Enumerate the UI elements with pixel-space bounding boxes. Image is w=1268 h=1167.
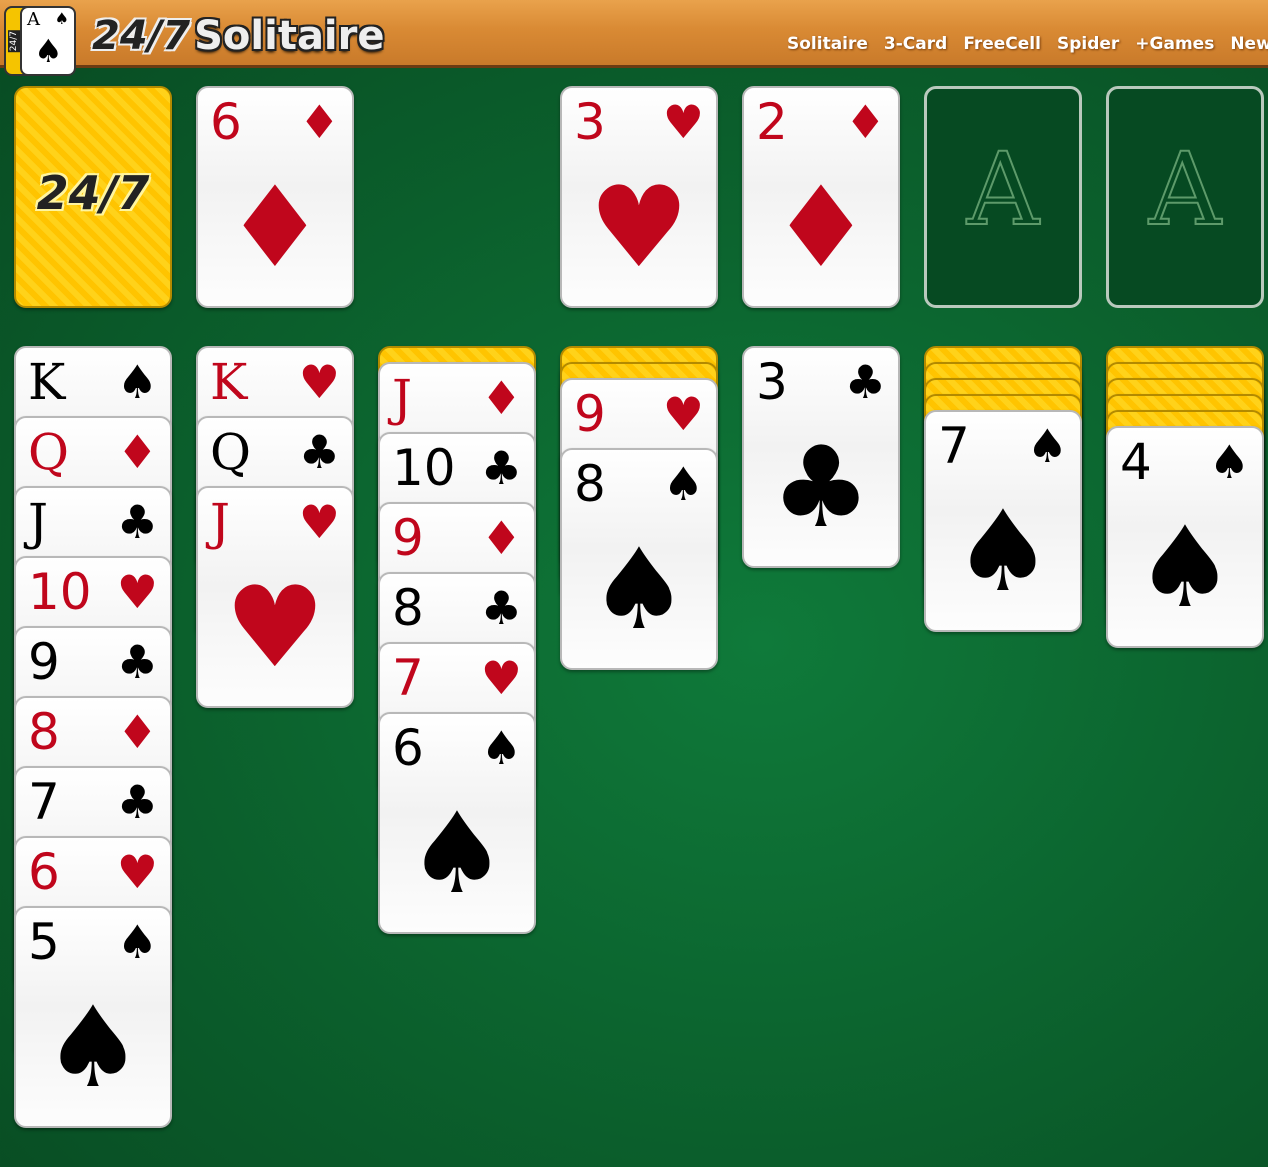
club-large-icon: ♣: [770, 423, 872, 553]
spade-large-icon: ♠: [1134, 503, 1236, 633]
card-rank: 3: [756, 353, 788, 411]
heart-icon: ♥: [662, 95, 704, 149]
card-back-logo: 24/7: [36, 166, 150, 220]
spade-large-icon: ♠: [42, 983, 144, 1113]
heart-icon: ♥: [116, 565, 158, 619]
card-rank: 8: [28, 703, 60, 761]
heart-large-icon: ♥: [588, 163, 690, 293]
nav-freecell[interactable]: FreeCell: [963, 34, 1041, 54]
club-icon: ♣: [116, 635, 158, 689]
club-icon: ♣: [844, 355, 886, 409]
card-3-of-clubs[interactable]: 3 ♣ ♣: [742, 346, 900, 568]
card-rank: 7: [392, 649, 424, 707]
card-rank: 9: [28, 633, 60, 691]
card-rank: 8: [574, 455, 606, 513]
spade-icon: ♠: [1208, 435, 1250, 489]
nav-news[interactable]: News: [1230, 34, 1268, 54]
spade-icon: ♠: [116, 915, 158, 969]
foundation-ace-placeholder: A: [1148, 131, 1222, 248]
card-6-of-spades[interactable]: 6 ♠ ♠: [378, 712, 536, 934]
logo-number: 24/7: [92, 13, 191, 59]
diamond-icon: ♦: [480, 371, 522, 425]
card-rank: K: [28, 353, 66, 411]
card-rank: 10: [392, 439, 456, 497]
spade-icon: ♠: [662, 457, 704, 511]
card-5-of-spades[interactable]: 5 ♠ ♠: [14, 906, 172, 1128]
spade-icon: ♠: [116, 355, 158, 409]
card-rank: 5: [28, 913, 60, 971]
card-rank: 8: [392, 579, 424, 637]
card-rank: 9: [392, 509, 424, 567]
nav-more-games[interactable]: +Games: [1135, 34, 1214, 54]
card-rank: J: [392, 369, 413, 427]
card-rank: 9: [574, 385, 606, 443]
logo-stack-label: 24/7: [8, 30, 20, 53]
waste-pile-card[interactable]: 6 ♦ ♦: [196, 86, 354, 308]
card-rank: Q: [28, 423, 69, 481]
card-J-of-hearts[interactable]: J ♥ ♥: [196, 486, 354, 708]
club-icon: ♣: [480, 581, 522, 635]
nav-solitaire[interactable]: Solitaire: [787, 34, 868, 54]
heart-icon: ♥: [298, 355, 340, 409]
club-icon: ♣: [480, 441, 522, 495]
club-icon: ♣: [298, 425, 340, 479]
nav-3-card[interactable]: 3-Card: [884, 34, 947, 54]
logo-card-rank: A: [27, 9, 40, 30]
header-bar: 24/7 A ♠ ♠ 24/7 Solitaire Solitaire 3-Car…: [0, 0, 1268, 76]
diamond-icon: ♦: [298, 95, 340, 149]
card-3-of-hearts[interactable]: 3 ♥ ♥: [560, 86, 718, 308]
card-rank: 6: [28, 843, 60, 901]
card-4-of-spades[interactable]: 4 ♠ ♠: [1106, 426, 1264, 648]
foundation-slot-empty[interactable]: A: [924, 86, 1082, 308]
diamond-icon: ♦: [116, 705, 158, 759]
card-rank: K: [210, 353, 248, 411]
card-2-of-diamonds[interactable]: 2 ♦ ♦: [742, 86, 900, 308]
card-rank: 6: [210, 93, 242, 151]
logo-name: Solitaire: [194, 13, 385, 59]
logo-card-suit-large: ♠: [34, 32, 63, 70]
spade-large-icon: ♠: [588, 525, 690, 655]
card-rank: 4: [1120, 433, 1152, 491]
spade-icon: ♠: [1026, 419, 1068, 473]
foundation-ace-placeholder: A: [966, 131, 1040, 248]
club-icon: ♣: [116, 495, 158, 549]
card-8-of-spades[interactable]: 8 ♠ ♠: [560, 448, 718, 670]
diamond-large-icon: ♦: [224, 163, 326, 293]
logo-card-icon[interactable]: A ♠ ♠: [20, 6, 76, 76]
spade-large-icon: ♠: [406, 789, 508, 919]
logo-card-suit-small: ♠: [54, 9, 69, 28]
club-icon: ♣: [116, 775, 158, 829]
spade-large-icon: ♠: [952, 487, 1054, 617]
nav-spider[interactable]: Spider: [1057, 34, 1119, 54]
foundation-slot-empty[interactable]: A: [1106, 86, 1264, 308]
card-rank: 6: [392, 719, 424, 777]
card-rank: J: [210, 493, 231, 551]
heart-large-icon: ♥: [224, 563, 326, 693]
site-logo[interactable]: 24/7 Solitaire: [92, 14, 385, 58]
diamond-large-icon: ♦: [770, 163, 872, 293]
main-nav: Solitaire 3-Card FreeCell Spider +Games …: [787, 34, 1268, 54]
card-rank: 7: [938, 417, 970, 475]
heart-icon: ♥: [662, 387, 704, 441]
diamond-icon: ♦: [480, 511, 522, 565]
heart-icon: ♥: [116, 845, 158, 899]
card-rank: Q: [210, 423, 251, 481]
card-rank: 2: [756, 93, 788, 151]
stock-pile[interactable]: 24/7: [14, 86, 172, 308]
heart-icon: ♥: [298, 495, 340, 549]
spade-icon: ♠: [480, 721, 522, 775]
card-rank: 3: [574, 93, 606, 151]
card-rank: 7: [28, 773, 60, 831]
card-rank: J: [28, 493, 49, 551]
card-rank: 10: [28, 563, 92, 621]
card-7-of-spades[interactable]: 7 ♠ ♠: [924, 410, 1082, 632]
diamond-icon: ♦: [844, 95, 886, 149]
diamond-icon: ♦: [116, 425, 158, 479]
heart-icon: ♥: [480, 651, 522, 705]
